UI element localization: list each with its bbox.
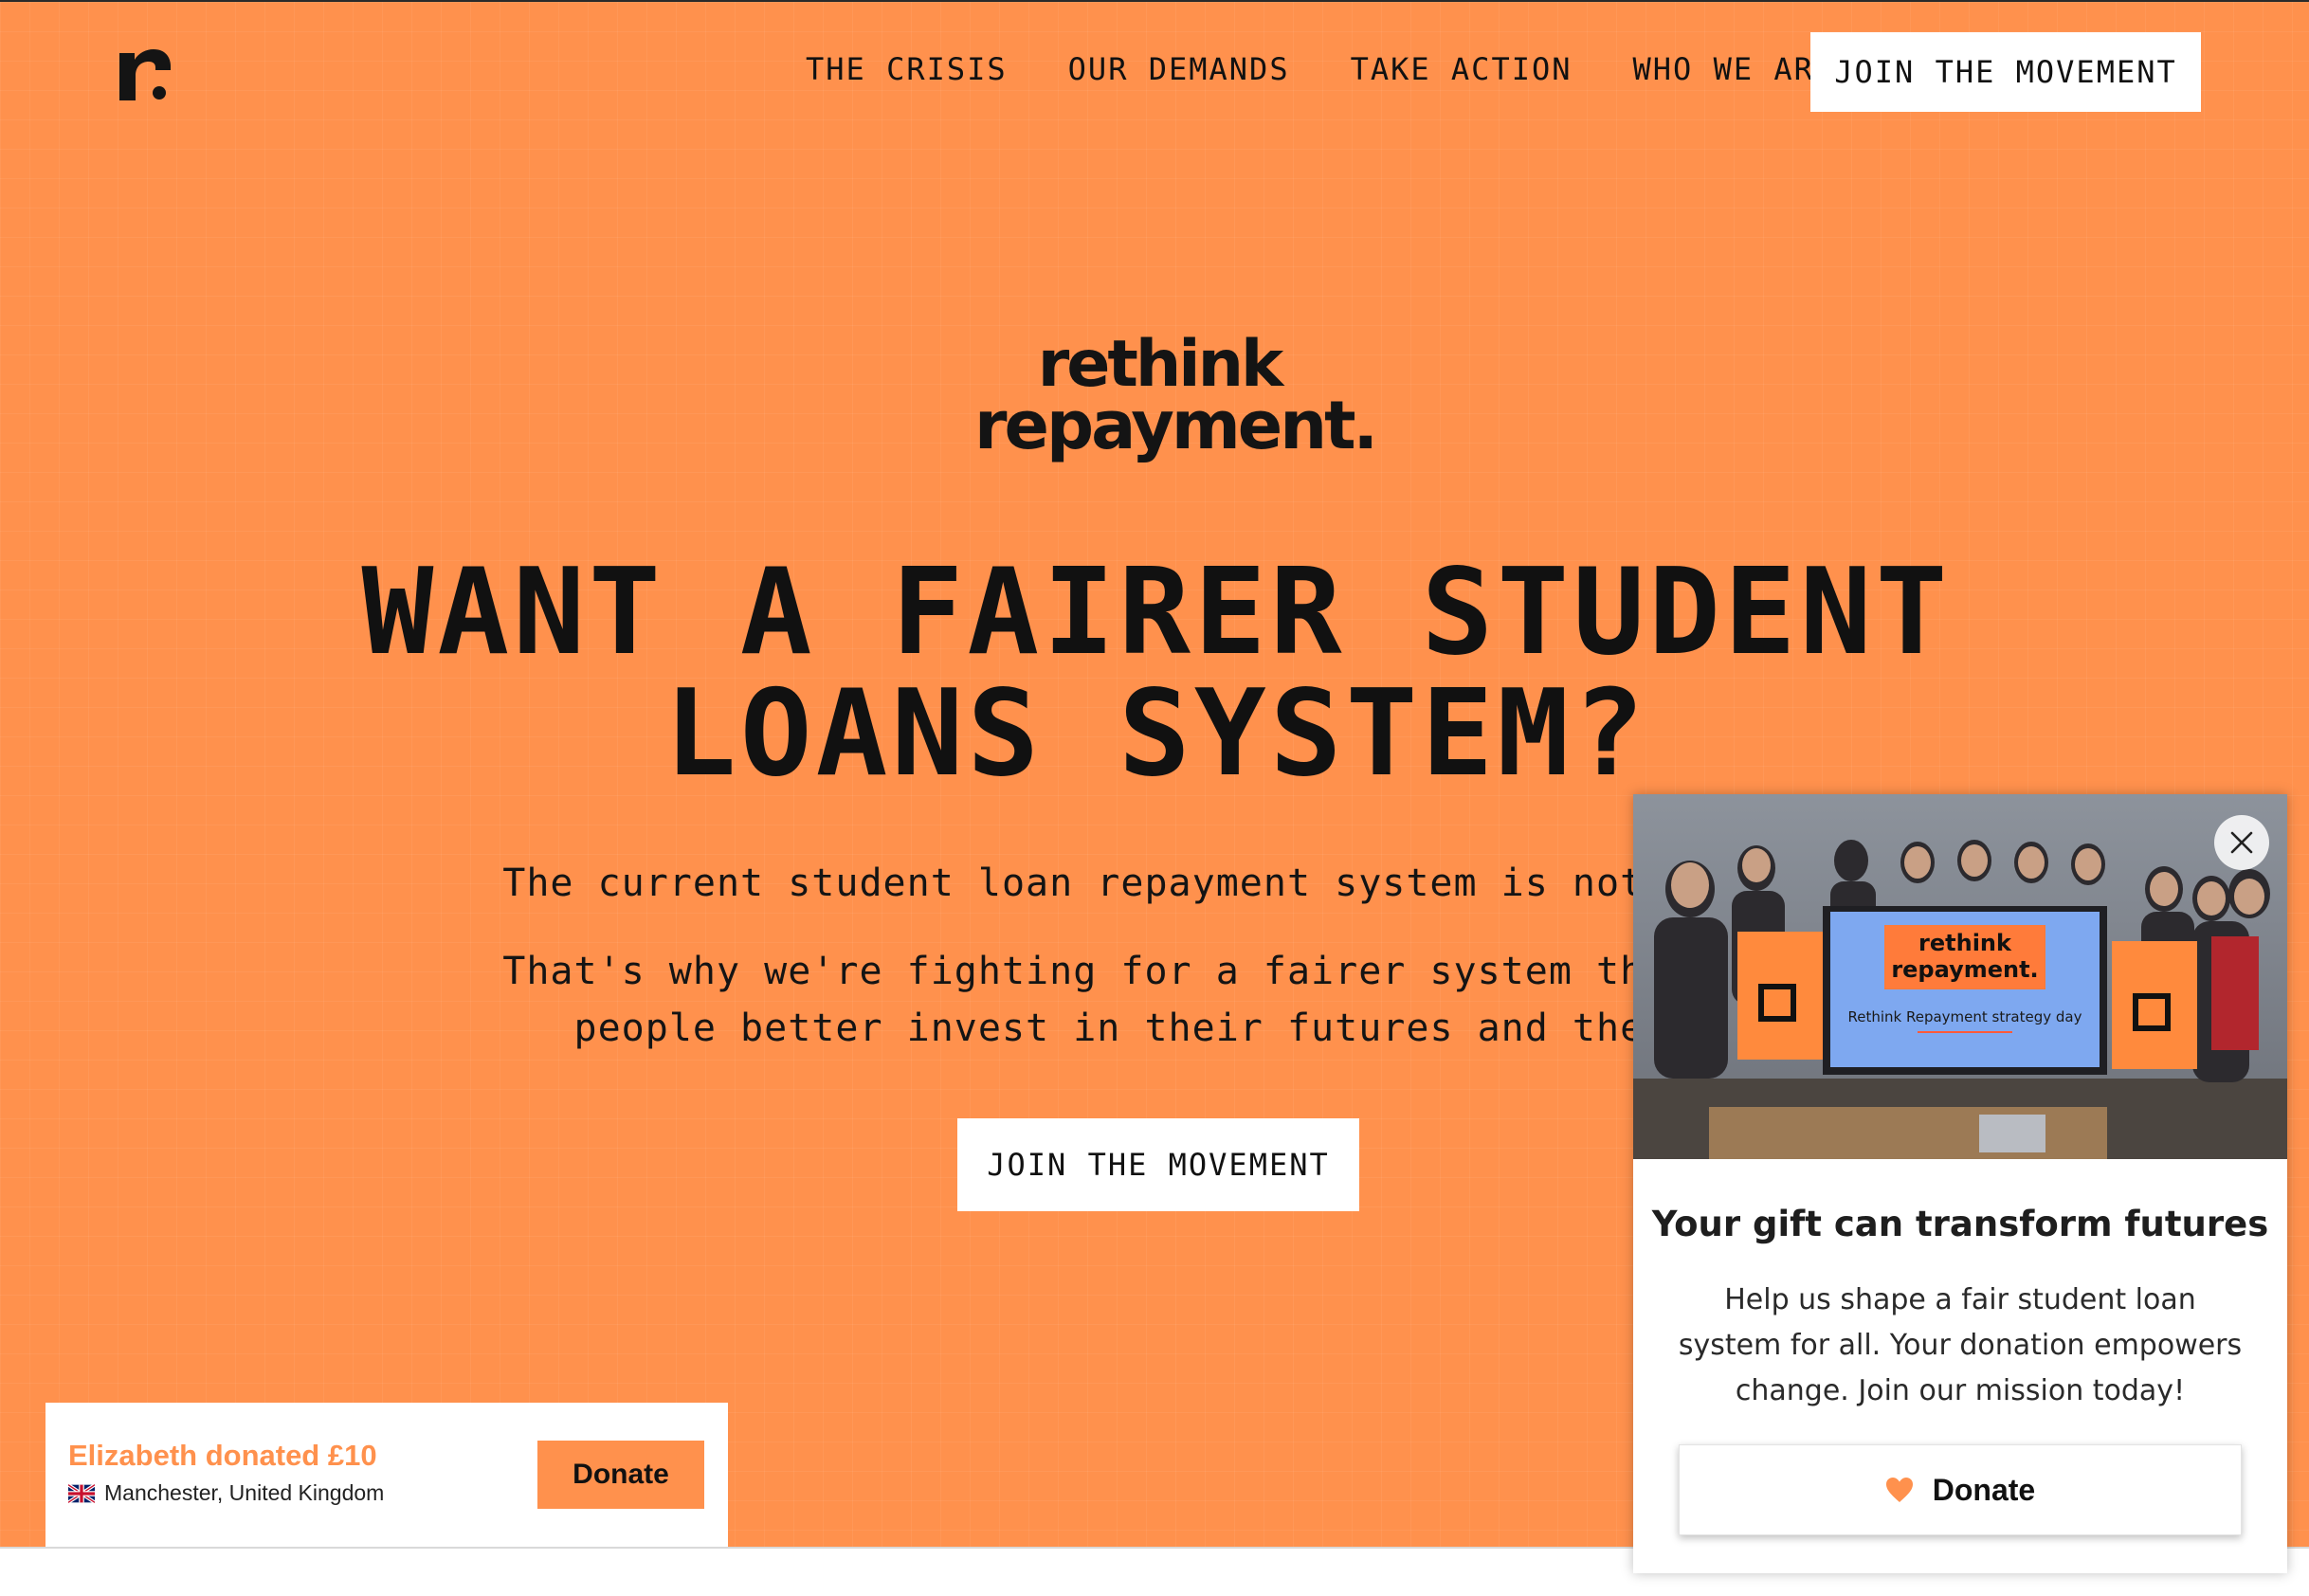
toast-donate-button[interactable]: Donate <box>537 1441 704 1509</box>
donation-toast-location: Manchester, United Kingdom <box>68 1480 384 1506</box>
popup-body: Help us shape a fair student loan system… <box>1678 1283 2243 1407</box>
hero-subtext-2-line1: That's why we're fighting for a fairer s… <box>502 950 1810 993</box>
nav-item-the-crisis[interactable]: THE CRISIS <box>806 51 1008 87</box>
join-the-movement-hero-button[interactable]: JOIN THE MOVEMENT <box>957 1118 1359 1211</box>
hero-headline: WANT A FAIRER STUDENT LOANS SYSTEM? <box>246 552 2066 794</box>
uk-flag-icon <box>68 1483 95 1503</box>
hero-headline-line2: LOANS SYSTEM? <box>664 663 1649 803</box>
donation-toast-title: Elizabeth donated £10 <box>68 1439 377 1472</box>
donation-toast: Elizabeth donated £10 Manchester, United… <box>45 1403 728 1547</box>
nav-item-our-demands[interactable]: OUR DEMANDS <box>1068 51 1290 87</box>
team-photo: rethink repayment. Rethink Repayment str… <box>1633 794 2287 1159</box>
nav-item-who-we-are[interactable]: WHO WE ARE <box>1633 51 1835 87</box>
photo-sign-line2: repayment. <box>1891 956 2038 983</box>
donation-toast-location-text: Manchester, United Kingdom <box>104 1480 385 1505</box>
brand-wordmark-line2: repayment. <box>974 386 1378 464</box>
logo-mark-icon[interactable] <box>118 38 174 104</box>
main-nav: THE CRISIS OUR DEMANDS TAKE ACTION WHO W… <box>806 51 1834 87</box>
close-icon <box>2230 831 2253 854</box>
popup-donate-button[interactable]: Donate <box>1679 1444 2242 1535</box>
popup-close-button[interactable] <box>2214 815 2269 870</box>
popup-title: Your gift can transform futures <box>1651 1204 2269 1244</box>
brand-wordmark: rethink repayment. <box>974 333 1378 464</box>
popup-donate-label: Donate <box>1932 1472 2036 1507</box>
join-the-movement-nav-button[interactable]: JOIN THE MOVEMENT <box>1810 32 2201 112</box>
nav-item-take-action[interactable]: TAKE ACTION <box>1351 51 1573 87</box>
hero-headline-line1: WANT A FAIRER STUDENT <box>361 542 1952 681</box>
heart-icon <box>1885 1478 1913 1502</box>
donation-popup: rethink repayment. Rethink Repayment str… <box>1633 794 2287 1573</box>
photo-sign-line1: rethink <box>1918 930 2012 956</box>
photo-screen-caption: Rethink Repayment strategy day <box>1848 1008 2082 1025</box>
hero-subtext-2-line2: people better invest in their futures an… <box>573 1007 1739 1050</box>
